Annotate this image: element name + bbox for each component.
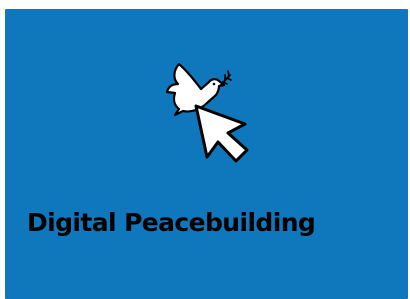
digital-peacebuilding-tile[interactable]: Digital Peacebuilding [5, 9, 408, 299]
dove-with-cursor-icon [165, 62, 249, 163]
tile-title: Digital Peacebuilding [27, 208, 316, 237]
mouse-cursor-icon [194, 104, 249, 163]
